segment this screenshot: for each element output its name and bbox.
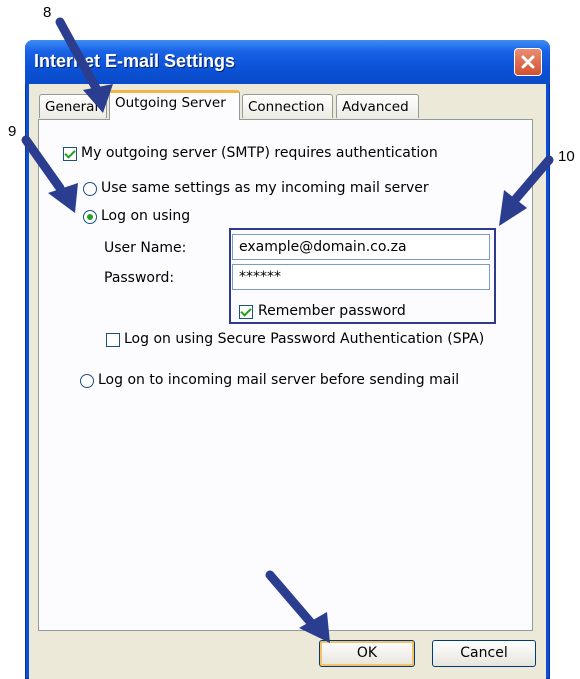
remember-password-label: Remember password — [258, 303, 406, 319]
close-button[interactable] — [514, 48, 542, 76]
annotation-10: 10 — [558, 148, 575, 165]
smtp-auth-label: My outgoing server (SMTP) requires authe… — [81, 145, 438, 161]
same-settings-label: Use same settings as my incoming mail se… — [101, 180, 429, 196]
remember-password-checkbox[interactable] — [239, 305, 253, 319]
annotation-9: 9 — [8, 123, 17, 140]
password-value: ****** — [239, 269, 281, 285]
logon-incoming-label: Log on to incoming mail server before se… — [98, 372, 460, 388]
username-field[interactable]: example@domain.co.za — [232, 234, 490, 260]
username-label: User Name: — [104, 240, 187, 256]
username-value: example@domain.co.za — [239, 239, 407, 255]
spa-label: Log on using Secure Password Authenticat… — [124, 331, 485, 347]
smtp-auth-checkbox[interactable] — [63, 147, 77, 161]
tab-general[interactable]: General — [39, 94, 107, 118]
close-icon — [521, 55, 535, 69]
ok-button[interactable]: OK — [319, 640, 415, 667]
tab-general-label: General — [45, 99, 99, 115]
email-settings-window: Internet E-mail Settings General Outgoin… — [25, 40, 550, 679]
password-label: Password: — [104, 270, 175, 286]
tab-connection-label: Connection — [248, 99, 325, 115]
cancel-button-label: Cancel — [460, 645, 508, 661]
title-bar[interactable]: Internet E-mail Settings — [25, 40, 550, 84]
logon-incoming-radio[interactable] — [80, 374, 94, 388]
ok-button-label: OK — [356, 645, 378, 661]
tab-outgoing-server[interactable]: Outgoing Server — [109, 90, 240, 120]
password-field[interactable]: ****** — [232, 264, 490, 290]
tab-outgoing-server-label: Outgoing Server — [115, 95, 226, 111]
window-title: Internet E-mail Settings — [34, 51, 236, 71]
tab-advanced-label: Advanced — [342, 99, 409, 115]
cancel-button[interactable]: Cancel — [432, 640, 536, 667]
spa-checkbox[interactable] — [106, 333, 120, 347]
same-settings-radio[interactable] — [83, 182, 97, 196]
logon-using-label: Log on using — [101, 208, 191, 224]
tab-connection[interactable]: Connection — [242, 94, 333, 118]
logon-using-radio[interactable] — [83, 210, 97, 224]
tab-advanced[interactable]: Advanced — [336, 94, 419, 118]
annotation-8: 8 — [43, 4, 52, 21]
